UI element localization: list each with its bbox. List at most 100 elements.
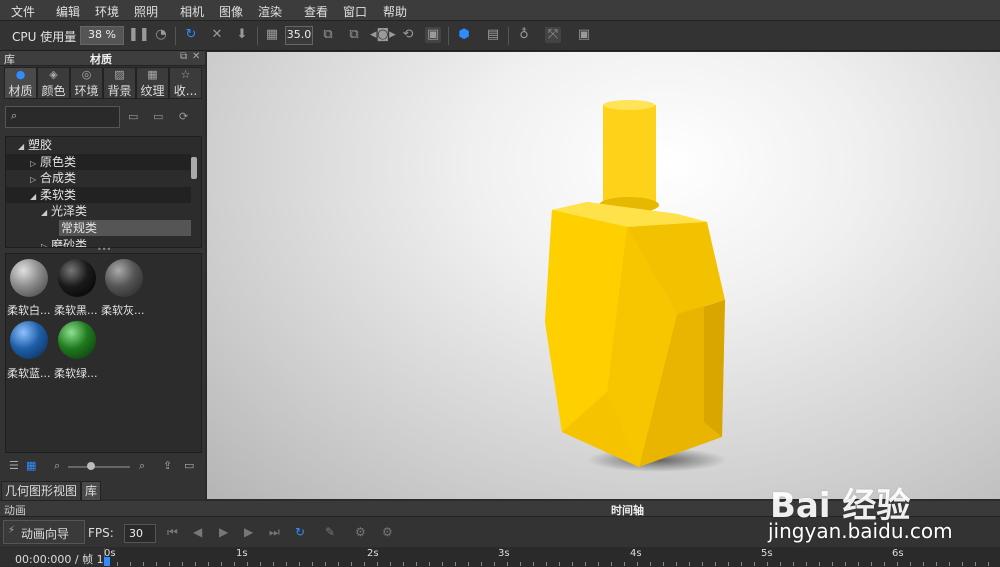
settings-icon[interactable]: ⚙	[355, 525, 366, 539]
slider-handle[interactable]	[87, 462, 95, 470]
swatch-soft-blue[interactable]	[10, 321, 48, 359]
play-icon[interactable]: ▶	[219, 525, 228, 539]
tab-textures[interactable]: ▦ 纹理	[136, 67, 169, 99]
folder-icon[interactable]: ▭	[128, 110, 138, 123]
expand-arrow-icon[interactable]: ◢	[18, 142, 24, 151]
tab-favorites[interactable]: ☆ 收...	[169, 67, 202, 99]
folder-add-icon[interactable]: ▭	[153, 110, 163, 123]
performance-icon[interactable]: ◔	[153, 27, 169, 43]
camera-icon[interactable]: ◂◙▸	[370, 27, 396, 43]
menu-help[interactable]: 帮助	[383, 3, 407, 20]
next-frame-icon[interactable]: ▶	[244, 525, 253, 539]
focal-length-input[interactable]: 35.0	[285, 26, 313, 45]
menu-image[interactable]: 图像	[219, 3, 243, 20]
timeline-title: 时间轴	[611, 504, 644, 517]
lock-icon[interactable]: ▣	[425, 27, 441, 43]
tab-label: 纹理	[140, 84, 165, 98]
focal-length-icon: ▦	[265, 27, 279, 42]
expand-arrow-icon[interactable]: ◢	[41, 208, 47, 217]
tree-item-soft[interactable]: ◢ 柔软类	[6, 187, 191, 203]
material-swatch-grid: 柔软白... 柔软黑... 柔软灰... 柔软蓝... 柔软绿...	[5, 253, 202, 453]
tab-materials[interactable]: ● 材质	[4, 67, 37, 99]
zoom-out-icon[interactable]: ⌕	[54, 459, 60, 473]
last-frame-icon[interactable]: ⏭	[269, 525, 280, 540]
tree-item-plastic[interactable]: ◢ 塑胶	[6, 137, 191, 153]
animation-header-label: 动画	[4, 504, 26, 517]
list-view-icon[interactable]: ☰	[9, 459, 19, 472]
light-icon[interactable]: ♁	[516, 27, 532, 43]
menu-edit[interactable]: 编辑	[56, 3, 80, 20]
favorites-icon: ☆	[180, 68, 191, 81]
swatch-soft-gray[interactable]	[105, 259, 143, 297]
animation-wizard-label: 动画向导	[21, 527, 70, 541]
toolbar-separator	[175, 27, 176, 45]
tree-item-primary[interactable]: ▷ 原色类	[6, 154, 191, 170]
render-output-icon[interactable]: ▣	[576, 27, 592, 43]
menu-render[interactable]: 渲染	[258, 3, 282, 20]
menu-file[interactable]: 文件	[11, 3, 35, 20]
tick-label: 1s	[236, 548, 248, 559]
swatch-soft-green[interactable]	[58, 321, 96, 359]
search-icon: ⌕	[11, 109, 18, 122]
fps-select[interactable]: 30	[124, 524, 156, 543]
download-icon[interactable]: ⬇	[234, 27, 250, 43]
tab-geometry-view[interactable]: 几何图形视图	[1, 481, 82, 501]
tick-label: 4s	[630, 548, 642, 559]
reset-icon[interactable]: ⟲	[400, 27, 416, 43]
menu-window[interactable]: 窗口	[343, 3, 367, 20]
region-icon[interactable]: ▤	[485, 27, 501, 43]
fit-icon[interactable]: ✕	[209, 27, 225, 43]
close-icon[interactable]: ✕	[192, 51, 200, 62]
tab-environment[interactable]: ◎ 环境	[70, 67, 103, 99]
menu-bar: 文件 编辑 环境 照明 相机 图像 渲染 查看 窗口 帮助	[0, 0, 1000, 21]
loop-icon[interactable]: ↻	[295, 525, 305, 539]
tab-background[interactable]: ▨ 背景	[103, 67, 136, 99]
grid-view-icon[interactable]: ▦	[26, 459, 36, 472]
expand-arrow-icon[interactable]: ▷	[30, 175, 36, 184]
tab-colors[interactable]: ◈ 颜色	[37, 67, 70, 99]
folder-open-icon[interactable]: ▭	[184, 459, 194, 472]
sync-icon[interactable]: ⟳	[179, 110, 188, 123]
swatch-soft-white[interactable]	[10, 259, 48, 297]
tree-item-regular[interactable]: 常规类	[59, 220, 191, 236]
upload-icon[interactable]: ⇪	[163, 459, 172, 472]
swatch-label: 柔软白...	[7, 304, 51, 317]
render-animation-icon[interactable]: ⚙	[382, 525, 393, 539]
menu-camera[interactable]: 相机	[180, 3, 204, 20]
expand-arrow-icon[interactable]: ▷	[30, 159, 36, 168]
environment-icon: ◎	[81, 68, 92, 81]
library-search-input[interactable]: ⌕	[5, 106, 120, 128]
tab-library[interactable]: 库	[81, 481, 102, 501]
swatch-label: 柔软灰...	[101, 304, 145, 317]
menu-environment[interactable]: 环境	[95, 3, 119, 20]
background-icon: ▨	[114, 68, 125, 81]
expand-arrow-icon[interactable]: ◢	[30, 192, 36, 201]
edit-icon[interactable]: ✎	[325, 525, 335, 539]
float-icon[interactable]: ⧉	[180, 51, 187, 62]
zoom-in-icon[interactable]: ⌕	[139, 459, 145, 473]
animation-wizard-button[interactable]: ⚡ 动画向导	[3, 520, 85, 544]
camera-add-icon[interactable]: ⧉	[346, 27, 362, 43]
tree-scrollbar[interactable]	[191, 157, 197, 179]
tree-item-glossy[interactable]: ◢ 光泽类	[6, 203, 191, 219]
tab-label: 环境	[74, 84, 99, 98]
tree-item-label: 柔软类	[39, 188, 76, 202]
pause-icon[interactable]: ❚❚	[128, 27, 150, 43]
turntable-icon[interactable]: ⤧	[545, 27, 561, 43]
menu-view[interactable]: 查看	[304, 3, 328, 20]
screenshot-icon[interactable]: ⧉	[320, 27, 336, 43]
refresh-icon[interactable]: ↻	[183, 27, 199, 43]
cpu-usage-select[interactable]: 38 %	[80, 26, 124, 45]
tree-item-label: 塑胶	[27, 138, 52, 152]
tree-item-synthetic[interactable]: ▷ 合成类	[6, 170, 191, 186]
prev-frame-icon[interactable]: ◀	[193, 525, 202, 539]
menu-lighting[interactable]: 照明	[134, 3, 158, 20]
expand-arrow-icon[interactable]: ▷	[41, 242, 47, 247]
thumbnail-size-slider[interactable]	[68, 466, 130, 468]
first-frame-icon[interactable]: ⏮	[167, 525, 178, 540]
shield-icon[interactable]: ⬢	[456, 27, 472, 43]
tick-label: 2s	[367, 548, 379, 559]
swatch-soft-black[interactable]	[58, 259, 96, 297]
tick-label: 6s	[892, 548, 904, 559]
render-viewport[interactable]	[207, 52, 1000, 499]
